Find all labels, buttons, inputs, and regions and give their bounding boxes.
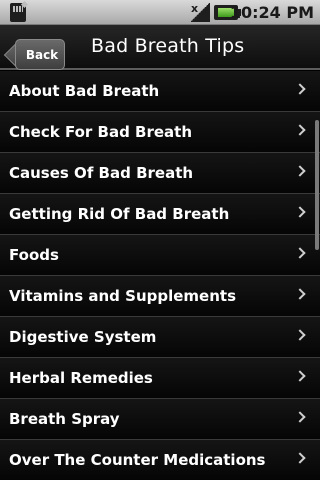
chevron-right-icon: [294, 83, 306, 95]
list-item-label: Over The Counter Medications: [9, 451, 266, 469]
tips-list: About Bad Breath Check For Bad Breath Ca…: [0, 71, 320, 480]
list-item-label: Getting Rid Of Bad Breath: [9, 205, 230, 223]
chevron-right-icon: [294, 206, 306, 218]
list-item-digestive[interactable]: Digestive System: [0, 317, 320, 358]
no-signal-icon: x: [190, 2, 210, 22]
back-button-wrap[interactable]: Back: [8, 32, 65, 70]
chevron-right-icon: [294, 247, 306, 259]
back-button[interactable]: Back: [15, 39, 65, 70]
list-item-label: Causes Of Bad Breath: [9, 164, 194, 182]
chevron-right-icon: [294, 452, 306, 464]
page-title: Bad Breath Tips: [91, 35, 245, 57]
chevron-right-icon: [294, 165, 306, 177]
list-item-breath-spray[interactable]: Breath Spray: [0, 399, 320, 440]
list-item-about[interactable]: About Bad Breath: [0, 71, 320, 112]
title-bar: Back Bad Breath Tips: [0, 25, 320, 70]
list-item-label: About Bad Breath: [9, 82, 160, 100]
list-item-otc[interactable]: Over The Counter Medications: [0, 440, 320, 480]
list-item-label: Vitamins and Supplements: [9, 287, 236, 305]
list-item-foods[interactable]: Foods: [0, 235, 320, 276]
status-bar: x 10:24 PM: [0, 0, 320, 25]
chevron-right-icon: [294, 370, 306, 382]
list-item-causes[interactable]: Causes Of Bad Breath: [0, 153, 320, 194]
list-item-herbal[interactable]: Herbal Remedies: [0, 358, 320, 399]
chevron-right-icon: [294, 411, 306, 423]
list-item-label: Check For Bad Breath: [9, 123, 193, 141]
list-item-label: Breath Spray: [9, 410, 120, 428]
scrollbar[interactable]: [315, 120, 319, 250]
chevron-right-icon: [294, 288, 306, 300]
list-item-label: Foods: [9, 246, 59, 264]
list-item-vitamins[interactable]: Vitamins and Supplements: [0, 276, 320, 317]
list-item-label: Digestive System: [9, 328, 157, 346]
list-item-getting-rid[interactable]: Getting Rid Of Bad Breath: [0, 194, 320, 235]
status-clock: 10:24 PM: [229, 3, 314, 22]
list-item-label: Herbal Remedies: [9, 369, 153, 387]
list-item-check[interactable]: Check For Bad Breath: [0, 112, 320, 153]
chevron-right-icon: [294, 329, 306, 341]
sd-card-icon: [10, 3, 26, 22]
chevron-right-icon: [294, 124, 306, 136]
